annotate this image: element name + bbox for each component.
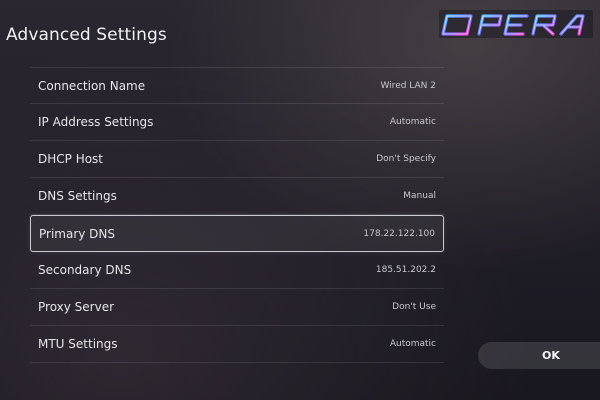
setting-secondary-dns[interactable]: Secondary DNS 185.51.202.2 (30, 252, 444, 289)
ok-button[interactable]: OK (478, 342, 600, 369)
setting-value: Don't Specify (376, 154, 436, 164)
setting-value: Automatic (389, 117, 436, 127)
setting-label: Connection Name (38, 78, 146, 93)
setting-label: Primary DNS (39, 226, 116, 241)
setting-label: IP Address Settings (38, 115, 154, 129)
setting-connection-name[interactable]: Connection Name Wired LAN 2 (30, 67, 444, 104)
setting-value: Don't Use (392, 302, 436, 312)
page-title: Advanced Settings (6, 25, 167, 45)
setting-primary-dns[interactable]: Primary DNS 178.22.122.100 (30, 215, 444, 252)
setting-value: Automatic (389, 339, 436, 349)
setting-value: 185.51.202.2 (375, 265, 436, 275)
setting-dhcp-host[interactable]: DHCP Host Don't Specify (30, 141, 444, 178)
setting-label: Proxy Server (38, 300, 115, 314)
setting-dns-settings[interactable]: DNS Settings Manual (30, 178, 444, 215)
setting-label: DNS Settings (38, 189, 117, 203)
opera-logo (439, 10, 593, 38)
setting-ip-address[interactable]: IP Address Settings Automatic (30, 104, 444, 141)
setting-label: DHCP Host (38, 152, 104, 166)
setting-value: Wired LAN 2 (380, 80, 436, 91)
setting-value: 178.22.122.100 (363, 228, 435, 239)
setting-mtu-settings[interactable]: MTU Settings Automatic (30, 326, 444, 363)
setting-label: MTU Settings (38, 337, 118, 351)
advanced-settings-list: Connection Name Wired LAN 2 IP Address S… (30, 67, 444, 363)
setting-value: Manual (403, 191, 436, 201)
setting-proxy-server[interactable]: Proxy Server Don't Use (30, 289, 444, 326)
setting-label: Secondary DNS (38, 263, 132, 277)
